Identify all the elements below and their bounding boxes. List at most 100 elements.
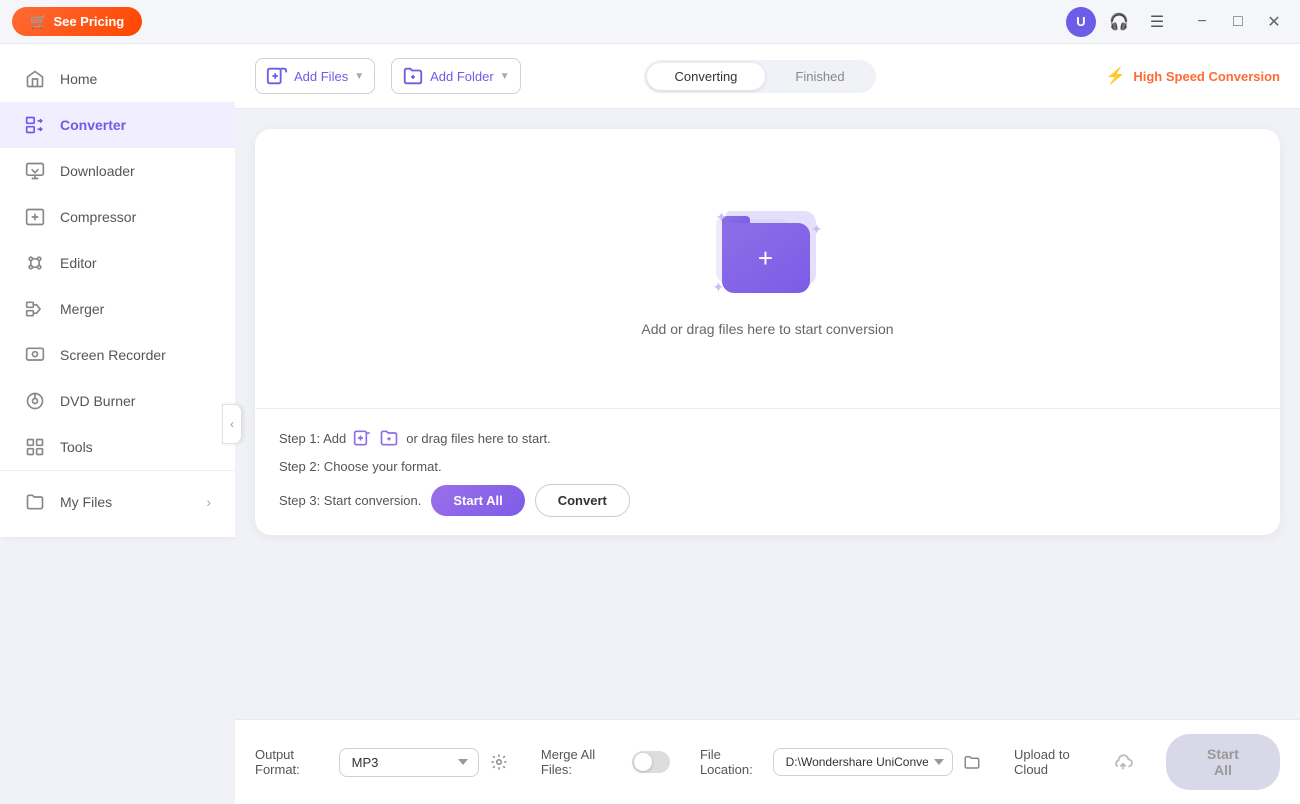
step1-file-icon	[352, 427, 374, 449]
sidebar-item-converter[interactable]: Converter	[0, 102, 235, 148]
tab-group: Converting Finished	[644, 60, 876, 93]
step1-line: Step 1: Add	[279, 427, 1256, 449]
sidebar-item-compressor[interactable]: Compressor	[0, 194, 235, 240]
step3-prefix: Step 3: Start conversion.	[279, 493, 421, 508]
sidebar-label-converter: Converter	[60, 117, 126, 133]
sidebar-label-editor: Editor	[60, 255, 97, 271]
editor-icon	[24, 252, 46, 274]
see-pricing-label: See Pricing	[53, 14, 124, 29]
content-area: + ✦ ✦ ✦ Add or drag files here to start …	[235, 109, 1300, 719]
user-avatar[interactable]: U	[1066, 7, 1096, 37]
cloud-upload-icon[interactable]	[1110, 748, 1136, 776]
chevron-right-icon: ›	[206, 494, 211, 510]
sidebar-label-downloader: Downloader	[60, 163, 135, 179]
titlebar: 🛒 See Pricing U 🎧 ☰ − □ ✕	[0, 0, 1300, 44]
merge-label: Merge All Files:	[541, 747, 624, 777]
sidebar-item-my-files[interactable]: My Files ›	[0, 479, 235, 525]
high-speed-label: High Speed Conversion	[1133, 69, 1280, 84]
downloader-icon	[24, 160, 46, 182]
add-folder-label: Add Folder	[430, 69, 494, 84]
my-files-icon	[24, 491, 46, 513]
high-speed-button[interactable]: ⚡ High Speed Conversion	[1105, 66, 1280, 86]
add-files-chevron: ▼	[354, 71, 364, 82]
menu-icon[interactable]: ☰	[1142, 7, 1172, 37]
tab-converting[interactable]: Converting	[647, 63, 766, 90]
folder-illustration: + ✦ ✦ ✦	[708, 201, 828, 301]
dvd-burner-icon	[24, 390, 46, 412]
drop-zone-text: Add or drag files here to start conversi…	[641, 321, 893, 337]
toolbar: Add Files ▼ Add Folder ▼ Converting Fini…	[235, 44, 1300, 109]
step2-text: Step 2: Choose your format.	[279, 459, 442, 474]
sidebar-label-merger: Merger	[60, 301, 104, 317]
sidebar-item-home[interactable]: Home	[0, 56, 235, 102]
location-select[interactable]: D:\Wondershare UniConverter 1	[773, 748, 953, 776]
sidebar-label-tools: Tools	[60, 439, 93, 455]
folder-plus-icon: +	[758, 245, 773, 271]
upload-cloud-field: Upload to Cloud	[1014, 747, 1136, 777]
sidebar: Home Converter	[0, 44, 235, 537]
sidebar-item-dvd-burner[interactable]: DVD Burner	[0, 378, 235, 424]
step2-line: Step 2: Choose your format.	[279, 459, 1256, 474]
merger-icon	[24, 298, 46, 320]
sparkle-icon-2: ✦	[811, 221, 823, 238]
step3-actions: Step 3: Start conversion. Start All Conv…	[279, 484, 1256, 517]
maximize-button[interactable]: □	[1224, 8, 1252, 36]
format-select[interactable]: MP3	[339, 748, 479, 777]
sidebar-collapse-button[interactable]: ‹	[222, 404, 242, 444]
drop-zone-container: + ✦ ✦ ✦ Add or drag files here to start …	[255, 129, 1280, 535]
cart-icon: 🛒	[30, 13, 47, 30]
sidebar-item-downloader[interactable]: Downloader	[0, 148, 235, 194]
sidebar-bottom: My Files ›	[0, 470, 235, 525]
file-location-label: File Location:	[700, 747, 765, 777]
convert-button[interactable]: Convert	[535, 484, 630, 517]
close-button[interactable]: ✕	[1260, 8, 1288, 36]
step1-folder-icon	[378, 427, 400, 449]
sidebar-label-home: Home	[60, 71, 97, 87]
lightning-icon: ⚡	[1105, 66, 1125, 86]
start-all-big-button[interactable]: Start All	[1166, 734, 1280, 790]
sidebar-item-merger[interactable]: Merger	[0, 286, 235, 332]
sidebar-item-screen-recorder[interactable]: Screen Recorder	[0, 332, 235, 378]
output-format-field: Output Format: MP3	[255, 747, 511, 777]
sidebar-label-compressor: Compressor	[60, 209, 136, 225]
add-folder-button[interactable]: Add Folder ▼	[391, 58, 521, 94]
tab-finished[interactable]: Finished	[767, 63, 872, 90]
sidebar-wrapper: Home Converter	[0, 44, 235, 804]
step1-suffix: or drag files here to start.	[406, 431, 551, 446]
step1-icons	[352, 427, 400, 449]
output-format-label: Output Format:	[255, 747, 331, 777]
sparkle-icon-1: ✦	[716, 209, 728, 226]
home-icon	[24, 68, 46, 90]
sidebar-label-screen-recorder: Screen Recorder	[60, 347, 166, 363]
minimize-button[interactable]: −	[1188, 8, 1216, 36]
file-location-field: File Location: D:\Wondershare UniConvert…	[700, 747, 984, 777]
screen-recorder-icon	[24, 344, 46, 366]
sidebar-item-tools[interactable]: Tools	[0, 424, 235, 470]
see-pricing-button[interactable]: 🛒 See Pricing	[12, 7, 142, 36]
converter-icon	[24, 114, 46, 136]
folder-open-icon[interactable]	[961, 748, 984, 776]
format-settings-icon[interactable]	[487, 748, 511, 776]
steps-section: Step 1: Add	[255, 409, 1280, 535]
merge-toggle[interactable]	[632, 751, 670, 773]
add-files-label: Add Files	[294, 69, 348, 84]
sidebar-label-dvd-burner: DVD Burner	[60, 393, 135, 409]
add-folder-chevron: ▼	[500, 71, 510, 82]
sidebar-label-my-files: My Files	[60, 494, 112, 510]
upload-cloud-label: Upload to Cloud	[1014, 747, 1102, 777]
drop-zone[interactable]: + ✦ ✦ ✦ Add or drag files here to start …	[255, 129, 1280, 409]
app-body: Home Converter	[0, 44, 1300, 804]
step1-prefix: Step 1: Add	[279, 431, 346, 446]
add-files-button[interactable]: Add Files ▼	[255, 58, 375, 94]
sparkle-icon-3: ✦	[713, 279, 725, 296]
window-controls: − □ ✕	[1188, 8, 1288, 36]
bottom-bar: Output Format: MP3 Merge All Files: File…	[235, 719, 1300, 804]
compressor-icon	[24, 206, 46, 228]
merge-field: Merge All Files:	[541, 747, 670, 777]
headphone-icon[interactable]: 🎧	[1104, 7, 1134, 37]
start-all-button[interactable]: Start All	[431, 485, 524, 516]
tools-icon	[24, 436, 46, 458]
sidebar-item-editor[interactable]: Editor	[0, 240, 235, 286]
folder-main: +	[722, 223, 810, 293]
main-content: Add Files ▼ Add Folder ▼ Converting Fini…	[235, 44, 1300, 804]
